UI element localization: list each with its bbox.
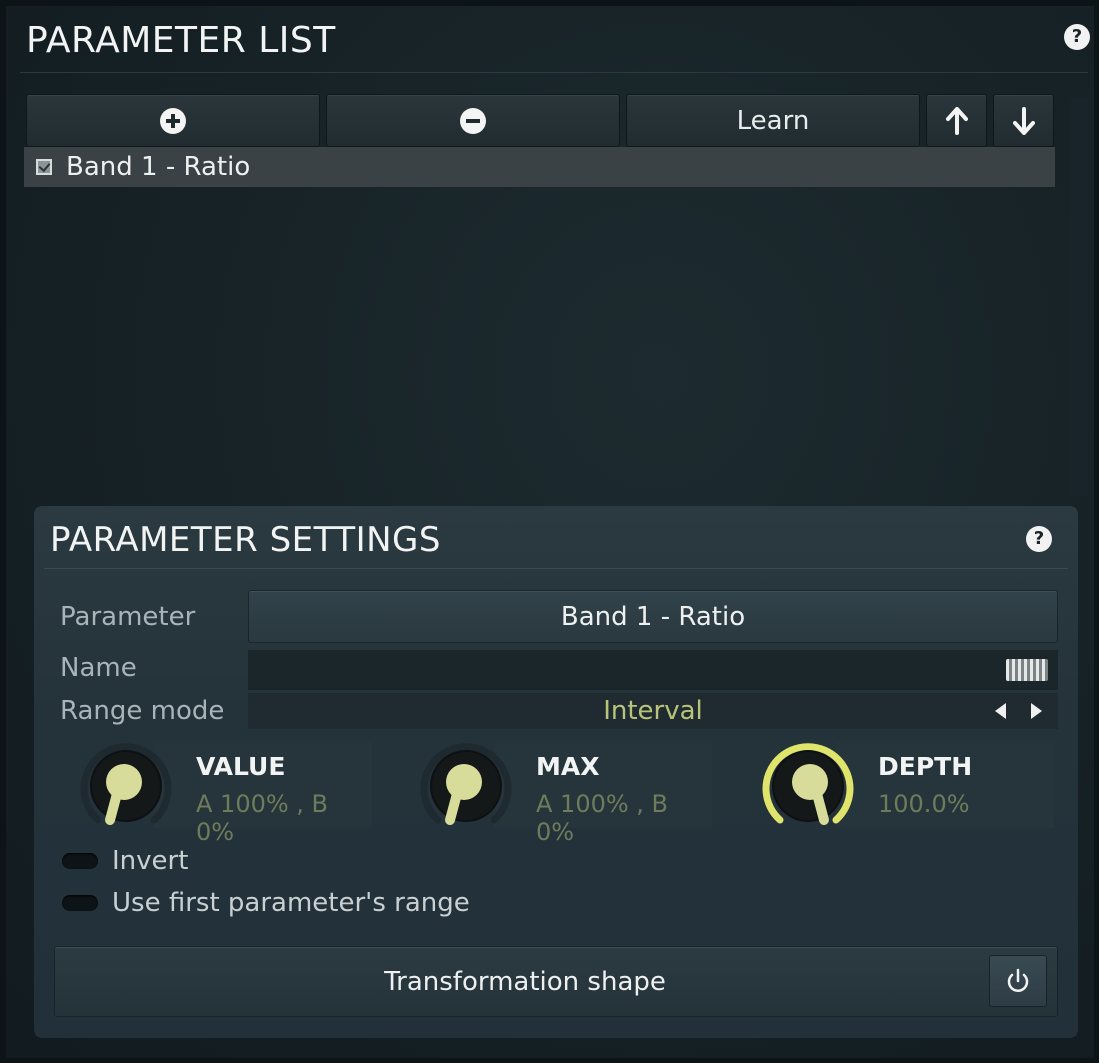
parameter-list-title: PARAMETER LIST [26, 20, 336, 61]
transformation-shape-label: Transformation shape [384, 967, 666, 997]
power-button[interactable] [989, 955, 1047, 1007]
arrow-right-icon[interactable] [1031, 703, 1042, 719]
range-mode-selector[interactable]: Interval [248, 693, 1058, 729]
parameter-select-value: Band 1 - Ratio [560, 601, 746, 632]
invert-toggle-row[interactable]: Invert [62, 846, 188, 876]
move-down-button[interactable] [993, 94, 1054, 147]
parameter-select-button[interactable]: Band 1 - Ratio [248, 590, 1058, 643]
arrow-down-icon [1012, 106, 1035, 135]
parameter-settings-panel: PARAMETER SETTINGS ? Parameter Band 1 - … [34, 506, 1078, 1038]
name-field[interactable] [248, 650, 1058, 690]
learn-button-label: Learn [736, 105, 810, 136]
value-knob-readout: A 100% , B 0% [196, 790, 329, 846]
use-first-range-label: Use first parameter's range [112, 888, 470, 918]
remove-parameter-button[interactable] [326, 94, 620, 147]
checkbox-icon[interactable] [36, 159, 52, 175]
max-knob[interactable] [414, 734, 518, 838]
depth-knob-readout: 100.0% [878, 790, 970, 818]
value-knob-title: VALUE [196, 752, 286, 781]
max-knob-control: MAX A 100% , B 0% [396, 738, 712, 846]
settings-divider [44, 568, 1068, 569]
plus-circle-icon [160, 107, 186, 134]
parameter-settings-title: PARAMETER SETTINGS [50, 520, 441, 560]
list-item-label: Band 1 - Ratio [66, 152, 251, 182]
max-knob-readout: A 100% , B 0% [536, 790, 669, 846]
keyboard-icon[interactable] [1006, 659, 1048, 681]
move-up-button[interactable] [926, 94, 987, 147]
arrow-up-icon [945, 106, 968, 135]
value-knob-control: VALUE A 100% , B 0% [56, 738, 372, 846]
depth-knob[interactable] [756, 734, 860, 838]
parameter-label: Parameter [60, 602, 196, 632]
range-mode-label: Range mode [60, 696, 225, 726]
name-label: Name [60, 653, 137, 683]
learn-button[interactable]: Learn [626, 94, 920, 147]
question-mark-icon[interactable]: ? [1064, 24, 1090, 50]
range-mode-value: Interval [603, 696, 703, 726]
invert-toggle[interactable] [62, 853, 98, 869]
question-mark-icon[interactable]: ? [1026, 526, 1052, 552]
plugin-window: PARAMETER LIST ? Learn Band 1 - Ratio PA… [6, 6, 1094, 1058]
add-parameter-button[interactable] [26, 94, 320, 147]
transformation-shape-button[interactable]: Transformation shape [54, 946, 1058, 1017]
list-scrollbar[interactable] [1070, 98, 1088, 496]
minus-circle-icon [460, 107, 486, 134]
use-first-range-toggle-row[interactable]: Use first parameter's range [62, 888, 470, 918]
title-divider [20, 72, 1088, 73]
value-knob[interactable] [74, 734, 178, 838]
power-icon [1007, 968, 1029, 992]
arrow-left-icon[interactable] [995, 703, 1006, 719]
depth-knob-control: DEPTH 100.0% [738, 738, 1054, 828]
max-knob-title: MAX [536, 752, 600, 781]
list-item[interactable]: Band 1 - Ratio [24, 147, 1055, 187]
use-first-range-toggle[interactable] [62, 895, 98, 911]
depth-knob-title: DEPTH [878, 752, 973, 781]
invert-label: Invert [112, 846, 189, 876]
